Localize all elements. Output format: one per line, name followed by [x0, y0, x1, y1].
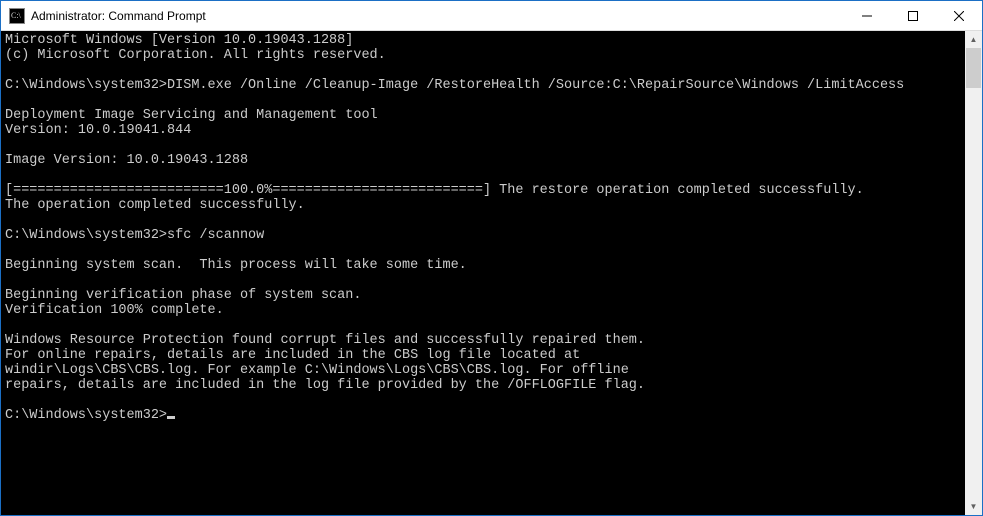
svg-text:C:\: C:\: [11, 11, 22, 20]
command-prompt-window: C:\ Administrator: Command Prompt Micros…: [0, 0, 983, 516]
scroll-track[interactable]: [965, 48, 982, 498]
cmd-icon: C:\: [9, 8, 25, 24]
scroll-thumb[interactable]: [966, 48, 981, 88]
vertical-scrollbar[interactable]: ▲ ▼: [965, 31, 982, 515]
minimize-button[interactable]: [844, 1, 890, 30]
titlebar[interactable]: C:\ Administrator: Command Prompt: [1, 1, 982, 31]
close-button[interactable]: [936, 1, 982, 30]
scroll-up-button[interactable]: ▲: [965, 31, 982, 48]
maximize-button[interactable]: [890, 1, 936, 30]
client-area: Microsoft Windows [Version 10.0.19043.12…: [1, 31, 982, 515]
window-title: Administrator: Command Prompt: [31, 9, 206, 23]
scroll-down-button[interactable]: ▼: [965, 498, 982, 515]
console-output[interactable]: Microsoft Windows [Version 10.0.19043.12…: [1, 31, 965, 515]
cursor: [167, 416, 175, 419]
window-controls: [844, 1, 982, 30]
